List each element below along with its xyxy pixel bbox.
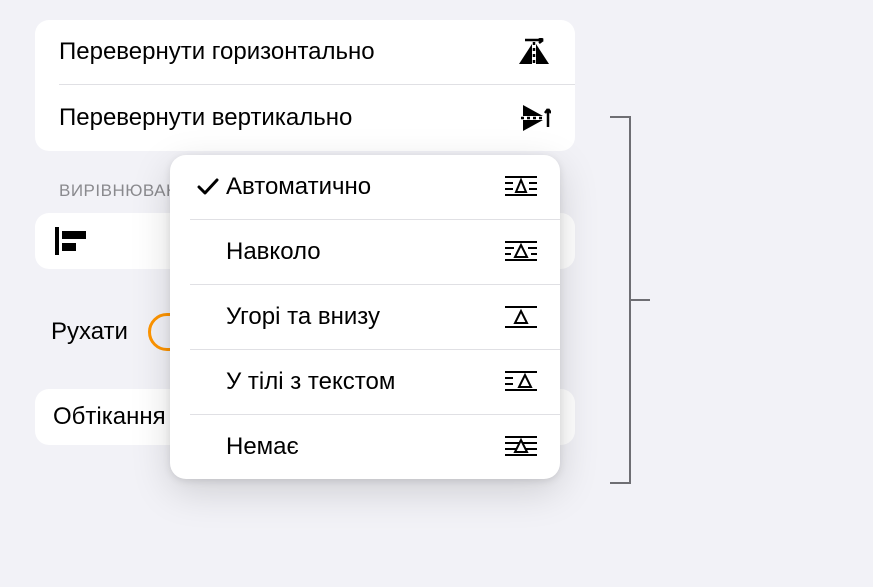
flip-card: Перевернути горизонтально Перевернути ве… (35, 20, 575, 151)
wrap-none-icon (504, 435, 538, 459)
wrap-option-none[interactable]: Немає (170, 415, 560, 479)
wrap-option-label: Навколо (226, 238, 504, 266)
align-left-icon[interactable] (55, 227, 87, 255)
format-panel: Перевернути горизонтально Перевернути ве… (35, 20, 575, 445)
wrap-option-around[interactable]: Навколо (170, 220, 560, 284)
wrap-above-below-icon (504, 305, 538, 329)
wrap-option-label: Немає (226, 433, 504, 461)
wrap-option-label: Автоматично (226, 173, 504, 201)
callout-bracket (610, 115, 650, 485)
flip-horizontal-row[interactable]: Перевернути горизонтально (35, 20, 575, 84)
wrap-option-label: Угорі та внизу (226, 303, 504, 331)
flip-vertical-label: Перевернути вертикально (59, 104, 352, 132)
checkmark-icon (190, 178, 226, 196)
wrap-auto-icon (504, 175, 538, 199)
wrap-option-auto[interactable]: Автоматично (170, 155, 560, 219)
wrap-inline-icon (504, 370, 538, 394)
wrap-option-label: У тілі з текстом (226, 368, 504, 396)
flip-vertical-icon (517, 103, 551, 133)
wrap-around-icon (504, 240, 538, 264)
wrap-option-inline[interactable]: У тілі з текстом (170, 350, 560, 414)
flip-horizontal-label: Перевернути горизонтально (59, 38, 375, 66)
move-with-text-label: Рухати (51, 318, 128, 346)
flip-horizontal-icon (517, 38, 551, 66)
flip-vertical-row[interactable]: Перевернути вертикально (35, 85, 575, 151)
text-wrap-popup: Автоматично Навколо (170, 155, 560, 479)
wrap-option-above-below[interactable]: Угорі та внизу (170, 285, 560, 349)
